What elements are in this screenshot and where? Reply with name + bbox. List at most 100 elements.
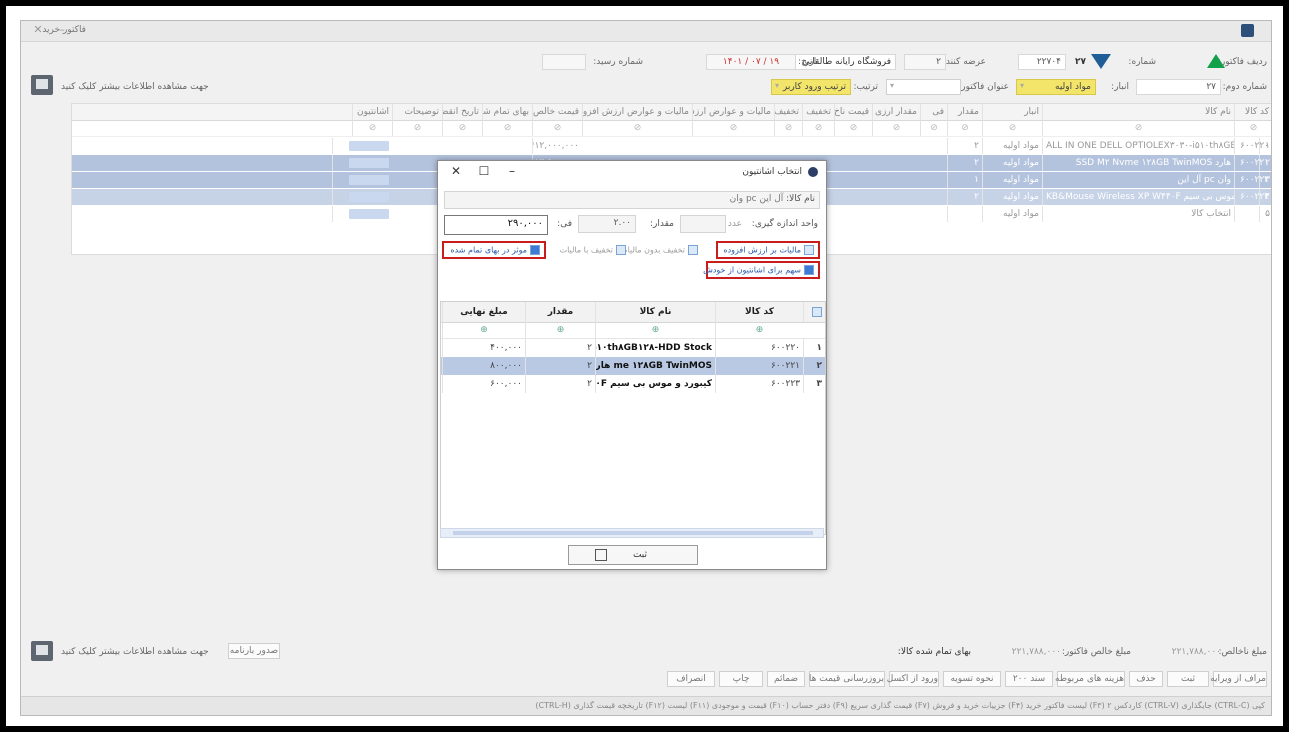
discount-with-tax-radio[interactable]: تخفیف با مالیات [560,245,626,255]
table-row[interactable]: ۲۶۰۰۲۲۱me ۱۲۸GB TwinMOS هارد۲۸۰۰,۰۰۰ [441,357,825,375]
toolbar-button[interactable]: بروزرسانی قیمت ها [809,671,885,687]
grid-filter-icon[interactable]: ⊘ [692,120,774,136]
grid-column-header[interactable]: تاریخ انقضا [442,104,482,120]
gift-link-cell[interactable] [332,206,392,222]
grid-filter-icon[interactable]: ⊘ [834,120,872,136]
dialog-column-header[interactable]: مبلغ نهایی [442,302,525,322]
grid-filter-icon[interactable]: ⊘ [1234,120,1271,136]
grid-column-header[interactable]: توضیحات [392,104,442,120]
toolbar-button[interactable]: مراف از ویرایه [1210,671,1267,687]
gift-link-cell[interactable] [332,189,392,205]
horizontal-scrollbar[interactable] [440,528,824,538]
grid-filter-icon[interactable]: ⊘ [482,120,532,136]
effective-cost-checkbox[interactable]: موثر در بهای تمام شده [450,245,540,255]
toolbar-button[interactable]: ورود از اکسل [887,671,939,687]
grid-filter-icon[interactable]: ⊘ [774,120,802,136]
issue-waybill-button[interactable]: صدور بارنامه [228,643,280,659]
warehouse-select[interactable]: مواد اولیه ▾ [1016,79,1096,95]
dialog-minimize-icon[interactable]: – [500,164,524,182]
dialog-maximize-icon[interactable]: ☐ [472,164,496,182]
order-select[interactable]: ترتیب ورود کاربر ▾ [771,79,851,95]
select-all-checkbox[interactable] [803,302,825,322]
footer-disk-icon[interactable] [31,641,53,661]
close-window-button[interactable]: ✕ [29,23,47,38]
gift-link-button[interactable] [349,140,389,151]
minimize-window-button[interactable]: – [53,23,71,38]
previous-record-down-icon[interactable] [1091,54,1111,69]
second-number-field[interactable]: ۲۷ [1136,79,1221,95]
dialog-ok-button[interactable]: ثبت [568,545,698,565]
dialog-column-header[interactable]: مقدار [525,302,595,322]
grid-filter-icon[interactable]: ⊘ [352,120,392,136]
grid-filter-icon[interactable]: ⊘ [1042,120,1234,136]
filter-icon[interactable]: ⊕ [442,322,525,338]
grid-column-header[interactable]: تخفیف [774,104,802,120]
grid-filter-icon[interactable]: ⊘ [982,120,1042,136]
footer-more-info-hint[interactable]: جهت مشاهده اطلاعات بیشتر کلیک کنید [61,647,209,657]
grid-cell-name: انتخاب کالا [1042,206,1234,222]
grid-filter-icon[interactable]: ⊘ [802,120,834,136]
grid-column-header[interactable]: قیمت خالص [532,104,582,120]
grid-column-header[interactable]: نام کالا [1042,104,1234,120]
grid-column-header[interactable]: قیمت ناخ... [834,104,872,120]
grid-filter-icon[interactable]: ⊘ [442,120,482,136]
grid-column-header[interactable]: تخفیف [802,104,834,120]
filter-icon[interactable]: ⊕ [595,322,715,338]
dialog-close-icon[interactable]: ✕ [444,164,468,182]
gift-link-button[interactable] [349,174,389,185]
number-field[interactable]: ۲۲۷۰۴ [1018,54,1066,70]
grid-column-header[interactable]: مقدار ارزی [872,104,920,120]
toolbar-button[interactable]: انصراف [667,671,715,687]
gift-link-button[interactable] [349,208,389,219]
save-disk-icon[interactable] [31,75,53,95]
supplier-code-field[interactable]: ۲ [904,54,946,70]
grid-filter-icon[interactable]: ⊘ [392,120,442,136]
share-gift-checkbox[interactable]: سهم برای اشانتیون از خودش [703,265,814,275]
grid-column-header[interactable]: فی [920,104,947,120]
toolbar-button[interactable]: ثبت [1167,671,1209,687]
scrollbar-thumb[interactable] [453,531,813,535]
toolbar-button[interactable]: نحوه تسویه [943,671,1001,687]
grid-column-header[interactable]: کد کالا [1234,104,1271,120]
gift-link-cell[interactable] [332,155,392,171]
vat-checkbox[interactable]: مالیات بر ارزش افزوده [723,245,814,255]
toolbar-button[interactable]: حذف [1129,671,1163,687]
unit-field[interactable] [680,215,726,233]
grid-cell-name: آل این pc وان [1042,172,1234,188]
dialog-column-header[interactable]: کد کالا [715,302,803,322]
gift-link-button[interactable] [349,157,389,168]
date-field[interactable]: ۱۴۰۱ / ۰۷ / ۱۹ [706,54,796,70]
toolbar-button[interactable]: ضمائم [767,671,805,687]
grid-filter-icon[interactable]: ⊘ [582,120,692,136]
toolbar-button[interactable]: هزینه های مربوطه [1055,671,1125,687]
gift-link-cell[interactable] [332,138,392,154]
receipt-number-field[interactable] [542,54,586,70]
discount-no-tax-radio[interactable]: تخفیف بدون مالیات [620,245,698,255]
grid-column-header[interactable]: مالیات و عوارض ارزش افز... [692,104,774,120]
grid-column-header[interactable]: مقدار [947,104,982,120]
next-record-up-icon[interactable] [1207,54,1225,68]
toolbar-button[interactable]: سند ۲۰۰ [1005,671,1053,687]
gift-link-button[interactable] [349,191,389,202]
effective-cost-label: موثر در بهای تمام شده [450,245,527,255]
dialog-column-header[interactable]: نام کالا [595,302,715,322]
more-info-hint[interactable]: جهت مشاهده اطلاعات بیشتر کلیک کنید [61,82,209,92]
toolbar-button[interactable]: چاپ [719,671,763,687]
grid-filter-icon[interactable]: ⊘ [532,120,582,136]
grid-filter-icon[interactable]: ⊘ [947,120,982,136]
filter-icon[interactable]: ⊕ [715,322,803,338]
grid-column-header[interactable]: اشانتیون [352,104,392,120]
price-field[interactable]: ۲۹۰,۰۰۰ [444,215,548,235]
grid-filter-icon[interactable]: ⊘ [920,120,947,136]
filter-icon[interactable]: ⊕ [525,322,595,338]
table-row[interactable]: ۱ ۶۰۰۲۲۰ ALL IN ONE DELL OPTIOLEX۳۰۳۰-i۵۱۰… [72,138,1271,154]
qty-field[interactable]: ۲.۰۰ [578,215,636,233]
gift-link-cell[interactable] [332,172,392,188]
grid-column-header[interactable]: بهای تمام شده [482,104,532,120]
grid-column-header[interactable]: مالیات و عوارض ارزش افزوده [582,104,692,120]
table-row[interactable]: ۳۶۰۰۲۲۳کیبورد و موس بی سیم W۴۴۰F۲۶۰۰,۰۰۰ [441,375,825,393]
table-row[interactable]: ۱ ۶۰۰۲۲۰ ۵۱۰th۸GB۱۲۸-HDD Stock ۲ ۴۰۰,۰۰۰ [441,339,825,357]
grid-filter-icon[interactable]: ⊘ [872,120,920,136]
invoice-title-select[interactable]: ▾ [886,79,961,95]
grid-column-header[interactable]: انبار [982,104,1042,120]
